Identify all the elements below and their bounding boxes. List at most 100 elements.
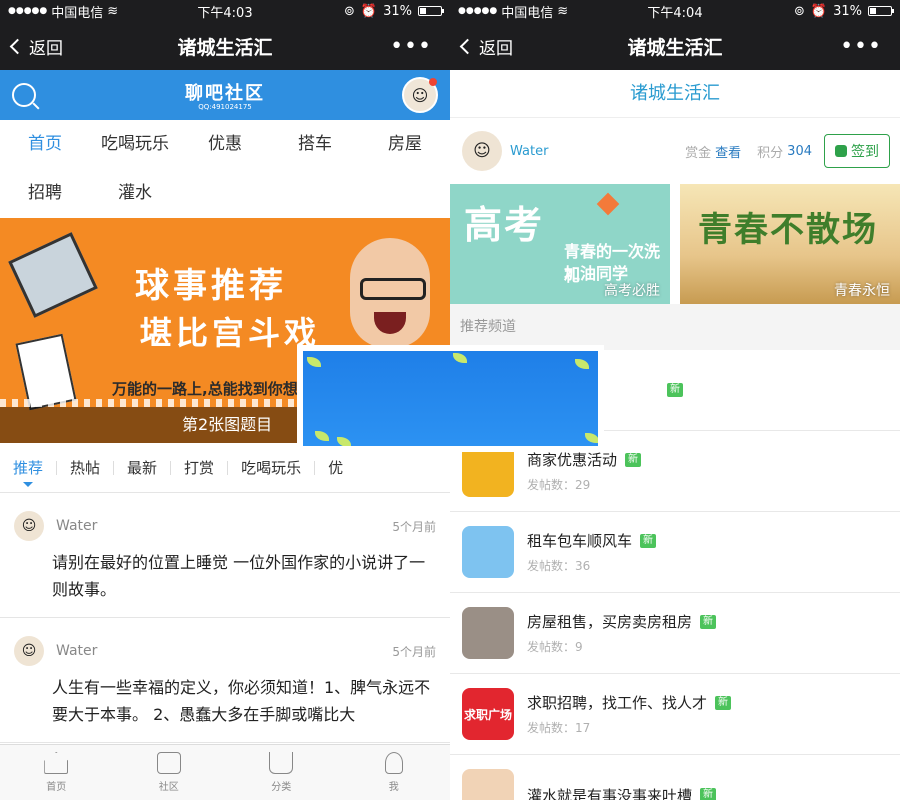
tab-recommended[interactable]: 推荐 bbox=[0, 443, 56, 493]
banner-tagline: 万能的一路上,总能找到你想 bbox=[112, 380, 298, 398]
cart-icon bbox=[269, 752, 294, 774]
banner-subheadline: 堪比宫斗戏 bbox=[140, 314, 321, 352]
post-count: 发帖数：17 bbox=[527, 721, 591, 735]
leaf-decoration bbox=[575, 359, 589, 369]
list-item[interactable]: ☺ Water 5个月前 请别在最好的位置上睡觉 一位外国作家的小说讲了一则故事… bbox=[0, 493, 450, 618]
tabbar-home[interactable]: 首页 bbox=[0, 745, 113, 800]
list-item[interactable]: 房屋租售，买房卖房租房新 发帖数：9 bbox=[450, 593, 900, 674]
reward-label: 赏金 bbox=[685, 145, 712, 161]
back-button[interactable]: 返回 bbox=[450, 34, 513, 59]
post-text: 请别在最好的位置上睡觉 一位外国作家的小说讲了一则故事。 bbox=[52, 553, 426, 599]
channel-name: 灌水就是有事没事来吐槽 bbox=[527, 786, 693, 800]
lock-rotation-icon: ⊚ bbox=[794, 3, 805, 19]
promo-banner-gaokao[interactable]: 高考 青春的一次洗礼 加油同学 高考必胜 bbox=[450, 184, 670, 304]
search-icon[interactable] bbox=[12, 83, 36, 107]
new-badge: 新 bbox=[700, 614, 717, 629]
avatar: ☺ bbox=[14, 636, 44, 666]
battery-icon bbox=[418, 6, 444, 16]
new-badge: 新 bbox=[700, 788, 717, 800]
tab-food-fun[interactable]: 吃喝玩乐 bbox=[90, 120, 180, 169]
user-name[interactable]: Water bbox=[510, 144, 548, 159]
post-count: 发帖数：29 bbox=[527, 478, 591, 492]
leaf-decoration bbox=[315, 431, 329, 441]
leaf-decoration bbox=[307, 357, 321, 367]
home-icon bbox=[44, 752, 69, 774]
channel-thumbnail: 求职广场 bbox=[462, 688, 514, 740]
post-time: 5个月前 bbox=[392, 644, 436, 659]
back-label: 返回 bbox=[479, 38, 513, 59]
overlay-image bbox=[303, 351, 598, 446]
nav-bar: 返回 诸城生活汇 ••• bbox=[0, 22, 450, 70]
nav-title: 诸城生活汇 bbox=[177, 36, 273, 59]
promo-banners: 高考 青春的一次洗礼 加油同学 高考必胜 青春不散场 青春永恒 bbox=[450, 184, 900, 304]
bottom-tab-bar: 首页 社区 分类 我 bbox=[0, 744, 450, 800]
wifi-icon: ≋ bbox=[107, 3, 119, 19]
signal-icon: ●●●●● bbox=[8, 6, 48, 16]
more-menu-button[interactable]: ••• bbox=[840, 34, 900, 59]
shouting-man-illustration bbox=[350, 238, 430, 348]
list-item[interactable]: 租车包车顺风车新 发帖数：36 bbox=[450, 512, 900, 593]
community-header: 聊吧社区 QQ:491024175 ☺ bbox=[0, 70, 450, 120]
avatar: ☺ bbox=[14, 511, 44, 541]
post-text: 人生有一些幸福的定义，你必须知道！1、脾气永远不要大于本事。 2、愚蠢大多在手脚… bbox=[52, 678, 431, 724]
chevron-left-icon bbox=[459, 38, 476, 54]
lock-rotation-icon: ⊚ bbox=[344, 3, 355, 19]
post-author: Water bbox=[56, 518, 98, 534]
status-bar: ●●●●● 中国电信 ≋ 下午4:03 ⊚ ⏰ 31% bbox=[0, 0, 450, 22]
tab-jobs[interactable]: 招聘 bbox=[0, 169, 90, 218]
tab-housing[interactable]: 房屋 bbox=[360, 120, 450, 169]
nav-title: 诸城生活汇 bbox=[627, 36, 723, 59]
post-time: 5个月前 bbox=[392, 519, 436, 534]
leaf-decoration bbox=[453, 353, 467, 363]
laptop-illustration bbox=[8, 232, 98, 318]
leaf-decoration bbox=[585, 433, 598, 443]
chevron-left-icon bbox=[9, 38, 26, 54]
tab-hot[interactable]: 热帖 bbox=[57, 443, 113, 493]
new-badge: 新 bbox=[640, 533, 657, 548]
user-summary: ☺ Water 赏金 查看 积分 304 签到 bbox=[450, 118, 900, 184]
carrier-name: 中国电信 bbox=[501, 5, 554, 21]
channel-thumbnail bbox=[462, 526, 514, 578]
community-logo: 聊吧社区 QQ:491024175 bbox=[185, 83, 265, 111]
person-icon bbox=[384, 752, 403, 774]
avatar[interactable]: ☺ bbox=[462, 131, 502, 171]
tabbar-community[interactable]: 社区 bbox=[113, 745, 226, 800]
tab-chat[interactable]: 灌水 bbox=[90, 169, 180, 218]
floating-ad-overlay[interactable] bbox=[297, 345, 604, 452]
carrier-name: 中国电信 bbox=[51, 5, 104, 21]
channel-thumbnail bbox=[462, 607, 514, 659]
tab-tips[interactable]: 打赏 bbox=[171, 443, 227, 493]
points-label: 积分 bbox=[757, 145, 784, 161]
battery-icon bbox=[868, 6, 894, 16]
chat-bubble-icon bbox=[156, 752, 181, 774]
new-badge: 新 bbox=[667, 383, 683, 397]
tab-rideshare[interactable]: 搭车 bbox=[270, 120, 360, 169]
reward-view-link[interactable]: 查看 bbox=[715, 142, 741, 161]
back-label: 返回 bbox=[29, 38, 63, 59]
avatar[interactable]: ☺ bbox=[402, 77, 438, 113]
channel-name: 租车包车顺风车 bbox=[527, 532, 633, 550]
list-item[interactable]: 灌水就是有事没事来吐槽新 bbox=[450, 755, 900, 800]
tabbar-me[interactable]: 我 bbox=[338, 745, 451, 800]
sign-in-button[interactable]: 签到 bbox=[824, 134, 890, 168]
alarm-icon: ⏰ bbox=[360, 3, 378, 19]
tabbar-category[interactable]: 分类 bbox=[225, 745, 338, 800]
post-count: 发帖数：9 bbox=[527, 640, 583, 654]
coins-icon bbox=[835, 145, 847, 157]
battery-percent: 31% bbox=[833, 3, 862, 19]
new-badge: 新 bbox=[715, 695, 732, 710]
tab-home[interactable]: 首页 bbox=[0, 120, 90, 169]
list-item[interactable]: 求职广场 求职招聘，找工作、找人才新 发帖数：17 bbox=[450, 674, 900, 755]
more-menu-button[interactable]: ••• bbox=[390, 34, 450, 59]
list-item[interactable]: ☺ Water 5个月前 人生有一些幸福的定义，你必须知道！1、脾气永远不要大于… bbox=[0, 618, 450, 743]
points-value: 304 bbox=[787, 143, 812, 159]
channel-thumbnail bbox=[462, 769, 514, 800]
back-button[interactable]: 返回 bbox=[0, 34, 63, 59]
channel-name: 求职招聘，找工作、找人才 bbox=[527, 694, 708, 712]
tab-deals[interactable]: 优惠 bbox=[180, 120, 270, 169]
channel-name: 商家优惠活动 bbox=[527, 451, 618, 469]
tab-latest[interactable]: 最新 bbox=[114, 443, 170, 493]
kite-illustration bbox=[596, 192, 620, 216]
promo-banner-youth[interactable]: 青春不散场 青春永恒 bbox=[680, 184, 900, 304]
banner-headline: 球事推荐 bbox=[135, 266, 287, 306]
